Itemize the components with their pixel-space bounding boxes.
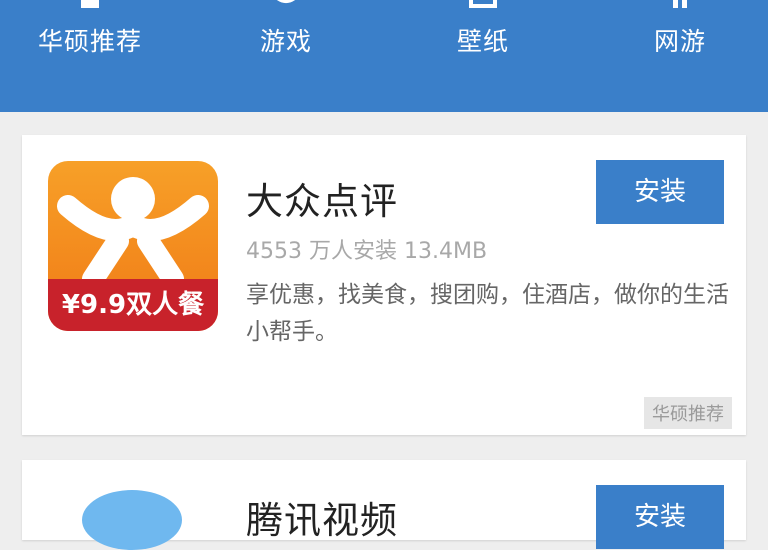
dianping-logo-icon — [57, 177, 209, 290]
app-name: 大众点评 — [246, 180, 398, 223]
nav-item-label: 壁纸 — [456, 27, 509, 56]
wallpaper-icon — [469, 0, 497, 8]
nav-item-label: 网游 — [653, 27, 706, 56]
app-meta: 4553 万人安装 13.4MB — [246, 239, 488, 264]
top-category-nav: 华硕推荐 游戏 壁纸 网游 — [0, 0, 768, 112]
nav-item-label: 游戏 — [259, 27, 312, 56]
nav-item-games[interactable]: 游戏 — [211, 0, 361, 112]
nav-item-recommend[interactable]: 华硕推荐 — [15, 0, 165, 112]
dianping-app-icon[interactable]: ¥9.9双人餐 — [48, 161, 218, 331]
promo-badge: ¥9.9双人餐 — [48, 279, 218, 331]
tencent-video-app-icon[interactable] — [82, 490, 182, 550]
app-card[interactable]: 腾讯视频 安装 — [22, 460, 746, 550]
app-card[interactable]: ¥9.9双人餐 大众点评 4553 万人安装 13.4MB 享优惠，找美食，搜团… — [22, 135, 746, 435]
source-tag: 华硕推荐 — [644, 397, 732, 429]
install-button[interactable]: 安装 — [596, 485, 724, 549]
recommend-icon — [81, 0, 99, 8]
nav-item-label: 华硕推荐 — [37, 27, 142, 56]
nav-item-wallpaper[interactable]: 壁纸 — [408, 0, 558, 112]
online-game-icon — [673, 0, 687, 8]
app-name: 腾讯视频 — [246, 499, 398, 542]
app-description: 享优惠，找美食，搜团购，住酒店，做你的生活小帮手。 — [246, 282, 729, 345]
nav-item-online-games[interactable]: 网游 — [605, 0, 755, 112]
game-icon — [276, 0, 296, 3]
install-button[interactable]: 安装 — [596, 160, 724, 224]
